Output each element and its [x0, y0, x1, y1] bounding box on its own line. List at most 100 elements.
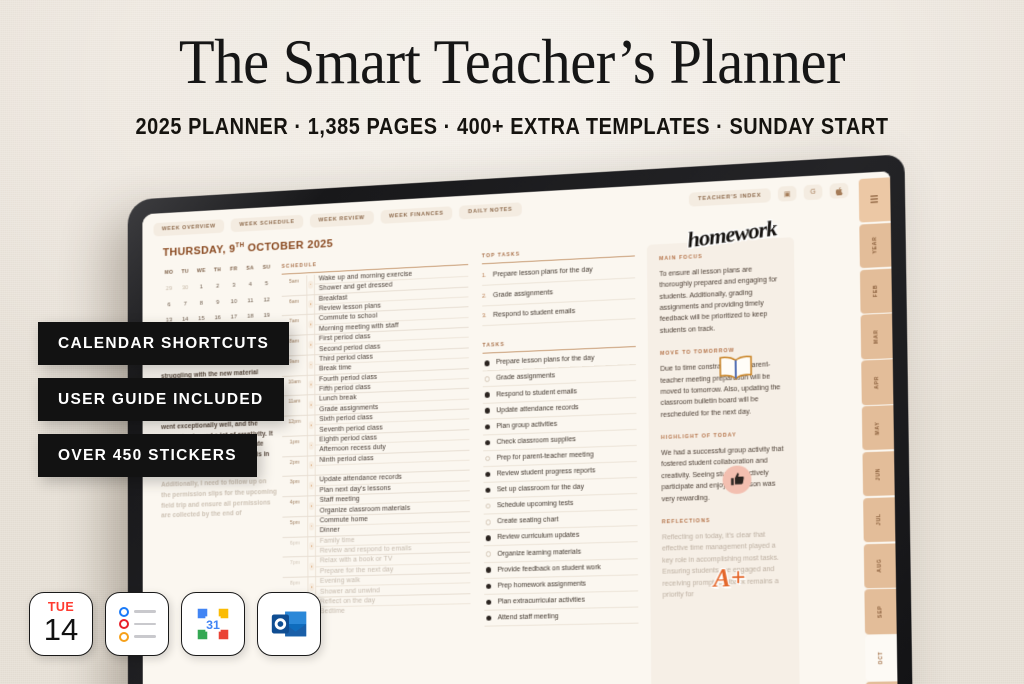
schedule-hour-marker[interactable] [307, 536, 316, 557]
badge-calendar-shortcuts: CALENDAR SHORTCUTS [38, 322, 290, 365]
task-checkbox[interactable] [485, 439, 491, 446]
task-checkbox[interactable] [486, 599, 492, 605]
task-checkbox[interactable] [485, 423, 491, 430]
calendar-day-cell[interactable]: 19 [258, 307, 274, 323]
tab-week-review[interactable]: WEEK REVIEW [309, 210, 374, 228]
month-tab-label: JUL [875, 513, 883, 526]
tab-week-schedule[interactable]: WEEK SCHEDULE [230, 214, 304, 232]
calendar-day-cell[interactable]: 2 [209, 278, 225, 294]
month-tab-aug[interactable]: AUG [863, 543, 897, 589]
calendar-day-cell[interactable]: 9 [209, 294, 225, 310]
reminder-row [118, 619, 156, 629]
schedule-hour-marker[interactable] [306, 334, 316, 355]
tab-week-finances[interactable]: WEEK FINANCES [380, 205, 453, 224]
task-checkbox[interactable] [485, 471, 491, 478]
calendar-weekday: TH [213, 267, 222, 274]
schedule-hour-label: 2pm [289, 459, 300, 466]
calendar-day-cell[interactable]: 12 [258, 291, 274, 307]
calendar-day-cell[interactable]: 8 [193, 295, 209, 311]
month-tab-mar[interactable]: MAR [860, 313, 893, 360]
schedule-hour-marker[interactable] [306, 314, 316, 335]
calendar-day-cell[interactable]: 3 [226, 277, 242, 293]
task-checkbox[interactable] [485, 551, 492, 557]
apple-icon[interactable] [829, 182, 849, 199]
tab-teachers-index[interactable]: TEACHER'S INDEX [688, 187, 771, 207]
outlook-icon[interactable]: ▣ [777, 185, 797, 202]
month-tab-year[interactable]: YEAR [859, 222, 892, 269]
schedule-hour-label: 10am [288, 378, 301, 386]
task-checkbox[interactable] [485, 535, 492, 541]
calendar-weekday: SA [246, 265, 254, 272]
app-icon-row: TUE 14 31 [29, 592, 321, 656]
calendar-day-cell[interactable]: 1 [193, 279, 209, 295]
month-tab-jul[interactable]: JUL [863, 497, 896, 543]
month-tab-oct[interactable]: OCT [865, 635, 898, 681]
month-tab-apr[interactable]: APR [861, 359, 894, 405]
main-focus-text[interactable]: To ensure all lesson plans are thoroughl… [659, 263, 782, 337]
schedule-hour-marker[interactable] [306, 375, 316, 395]
reminder-row [118, 606, 156, 617]
calendar-day-cell[interactable]: 11 [242, 292, 258, 308]
right-notes-card: MAIN FOCUS To ensure all lesson plans ar… [646, 236, 800, 684]
calendar-day-cell[interactable]: 6 [161, 296, 177, 312]
apple-calendar-icon[interactable]: TUE 14 [29, 592, 93, 656]
task-item[interactable]: Attend staff meeting [484, 607, 639, 627]
month-tab-label: MAR [873, 329, 880, 344]
top-tasks-list: 1. Prepare lesson plans for the day 2. Grad… [481, 258, 636, 327]
calendar-day-cell[interactable]: 10 [226, 293, 242, 309]
month-tab-jun[interactable]: JUN [862, 451, 895, 497]
microsoft-outlook-icon[interactable] [257, 592, 321, 656]
top-task-number: 1. [481, 273, 487, 280]
task-text: Prep for parent-teacher meeting [496, 451, 594, 462]
task-checkbox[interactable] [486, 583, 492, 589]
menu-icon[interactable]: ☰ [858, 177, 891, 223]
schedule-hour-marker[interactable] [307, 496, 316, 516]
schedule-hour-marker[interactable] [306, 455, 316, 476]
month-tab-feb[interactable]: FEB [859, 268, 893, 314]
task-checkbox[interactable] [485, 503, 491, 510]
schedule-hour-marker[interactable] [306, 395, 316, 415]
task-checkbox[interactable] [484, 408, 491, 414]
task-checkbox[interactable] [485, 519, 492, 525]
month-tab-may[interactable]: MAY [861, 405, 895, 451]
schedule-hour-label: 5pm [289, 519, 300, 526]
google-calendar-icon[interactable]: 31 [181, 592, 245, 656]
task-checkbox[interactable] [486, 615, 492, 621]
apple-reminders-icon[interactable] [105, 592, 169, 656]
calendar-day-cell[interactable]: 5 [258, 276, 274, 292]
month-tab-label: MAY [874, 421, 882, 435]
schedule-hour-marker[interactable] [307, 556, 317, 577]
task-checkbox[interactable] [486, 567, 492, 573]
calendar-day-cell[interactable]: 7 [177, 295, 193, 311]
calendar-day-cell[interactable]: 4 [242, 277, 258, 293]
month-tab-sep[interactable]: SEP [864, 589, 897, 635]
schedule-hour-marker[interactable] [307, 475, 316, 496]
tab-daily-notes[interactable]: DAILY NOTES [459, 201, 522, 220]
reminder-line [133, 622, 156, 626]
schedule-hour-label: 6am [289, 298, 299, 305]
task-checkbox[interactable] [484, 392, 491, 398]
schedule-entry[interactable]: Bedtime [316, 604, 470, 617]
schedule-entries: Reflect on the day Bedtime [316, 594, 471, 617]
schedule-hour-marker[interactable] [306, 294, 316, 315]
task-checkbox[interactable] [484, 376, 491, 382]
schedule-hour-marker[interactable] [306, 435, 316, 456]
top-task-text: Respond to student emails [493, 308, 576, 320]
task-text: Create seating chart [496, 516, 559, 526]
schedule-hour-label: 7pm [290, 560, 300, 567]
google-icon[interactable]: G [803, 184, 823, 201]
calendar-day-cell[interactable]: 30 [177, 280, 193, 296]
top-task-text: Prepare lesson plans for the day [492, 266, 593, 279]
calendar-day-cell[interactable]: 29 [161, 281, 177, 297]
schedule-hour-marker[interactable] [306, 274, 315, 295]
task-text: Check classroom supplies [496, 435, 576, 446]
task-checkbox[interactable] [485, 487, 491, 494]
schedule-hour-marker[interactable] [306, 355, 316, 375]
schedule-hour-label: 6pm [290, 540, 300, 547]
task-checkbox[interactable] [484, 360, 490, 367]
top-task-text: Grade assignments [492, 289, 553, 299]
tab-week-overview[interactable]: WEEK OVERVIEW [153, 218, 225, 237]
schedule-hour-marker[interactable] [307, 516, 316, 536]
schedule-hour-marker[interactable] [306, 415, 316, 435]
task-checkbox[interactable] [485, 455, 491, 462]
